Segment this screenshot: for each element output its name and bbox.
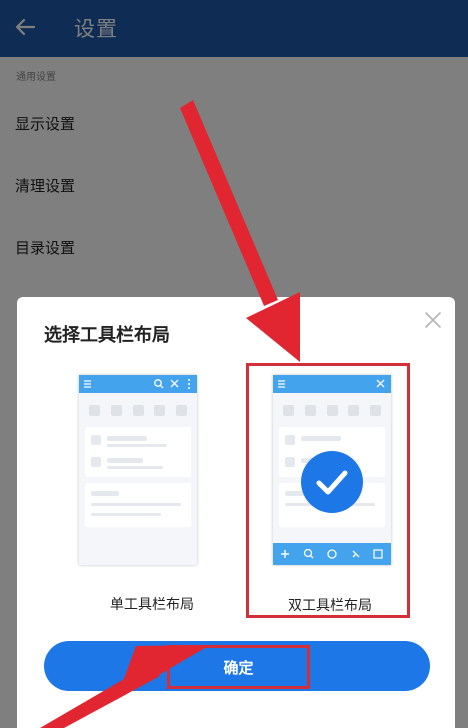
single-toolbar-label: 单工具栏布局: [110, 597, 194, 613]
option-double-toolbar[interactable]: 双工具栏布局: [246, 363, 410, 618]
close-icon[interactable]: [424, 311, 442, 329]
double-toolbar-preview: [273, 375, 391, 565]
preview-card: [85, 427, 191, 477]
confirm-label: 确定: [167, 645, 310, 689]
toolbar-icons: [278, 379, 385, 388]
selected-check-icon: [301, 451, 363, 513]
toolbar-layout-dialog: 选择工具栏布局 单工具栏布局 双工具栏布局 确定: [17, 297, 455, 728]
bottom-toolbar-icons: [281, 548, 383, 559]
preview-top-toolbar: [79, 375, 197, 393]
preview-card: [85, 483, 191, 527]
dialog-title: 选择工具栏布局: [44, 325, 170, 346]
preview-top-toolbar: [273, 375, 391, 393]
confirm-button[interactable]: 确定: [44, 641, 430, 691]
preview-bottom-toolbar: [273, 543, 391, 565]
single-toolbar-preview: [79, 375, 197, 565]
preview-icon-row: [89, 405, 187, 417]
double-toolbar-label: 双工具栏布局: [288, 598, 372, 614]
preview-icon-row: [283, 405, 381, 417]
toolbar-icons: [84, 379, 190, 389]
option-single-toolbar[interactable]: 单工具栏布局: [77, 372, 197, 617]
